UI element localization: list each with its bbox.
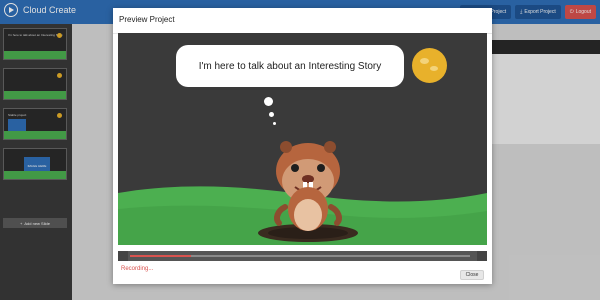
modal-title: Preview Project (119, 15, 175, 24)
thought-bubble-dot (264, 97, 273, 106)
speech-bubble-text: I'm here to talk about an Interesting St… (198, 60, 382, 72)
pause-button[interactable] (118, 251, 128, 261)
thought-bubble-dot (269, 112, 274, 117)
fullscreen-button[interactable] (477, 251, 487, 261)
close-label: Close (465, 272, 479, 278)
progress-bar[interactable] (130, 255, 470, 257)
moon-icon (412, 48, 447, 83)
progress-fill (130, 255, 192, 257)
preview-modal: Preview Project I'm here to talk about a… (113, 8, 492, 284)
close-button[interactable]: Close (460, 270, 484, 280)
player-controls[interactable] (118, 251, 487, 261)
beaver-character (274, 141, 342, 231)
preview-stage: I'm here to talk about an Interesting St… (118, 33, 487, 245)
speech-bubble: I'm here to talk about an Interesting St… (176, 45, 404, 87)
recording-status: Recording... (121, 266, 154, 272)
